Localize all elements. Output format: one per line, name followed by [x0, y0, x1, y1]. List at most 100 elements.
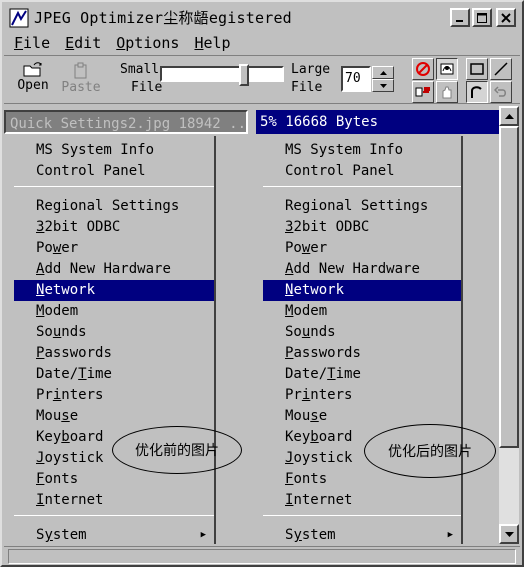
quality-slider-thumb[interactable] — [239, 64, 249, 86]
menu-screenshot-item: Date/Time — [263, 364, 461, 385]
small-file-label-bottom: File — [131, 80, 163, 95]
arrow-up-icon — [504, 113, 514, 119]
vertical-scrollbar[interactable] — [499, 106, 519, 544]
menu-item-text-post: nternet — [293, 492, 353, 508]
menu-screenshot-item: Power — [263, 238, 461, 259]
quality-slider[interactable] — [160, 64, 284, 86]
menu-item-text-post: 2bit ODBC — [293, 219, 370, 235]
quality-down-button[interactable] — [372, 79, 394, 92]
menu-help[interactable]: Help — [186, 32, 237, 54]
menu-item-accelerator: y — [44, 527, 53, 543]
menu-screenshot-item: Add New Hardware — [14, 259, 214, 280]
menu-item-text-post: e — [318, 408, 328, 424]
arrow-down-icon — [379, 83, 387, 88]
menu-item-text-post: onts — [44, 471, 79, 487]
menu-item-accelerator: y — [293, 527, 302, 543]
quality-stepper[interactable] — [372, 66, 394, 92]
menu-screenshot-item: Modem — [263, 301, 461, 322]
menu-item-text-post: e — [69, 408, 79, 424]
menu-item-text-post: nters — [310, 387, 353, 403]
region-tool-button[interactable] — [436, 58, 458, 80]
submenu-arrow-icon: ▶ — [447, 530, 453, 540]
optimized-image-view[interactable]: MS System Info Control Panel Regional Sett… — [256, 136, 499, 544]
menu-file[interactable]: File — [6, 32, 57, 54]
menu-help-label: elp — [203, 34, 231, 52]
menu-screenshot-item: Date/Time — [14, 364, 214, 385]
small-file-label-top: Small — [120, 62, 160, 77]
menu-separator — [14, 186, 214, 187]
menu-item-text-post: oard — [69, 429, 104, 445]
menu-screenshot-item: Regional Settings — [263, 196, 461, 217]
rectangle-tool-button[interactable] — [466, 58, 488, 80]
menu-separator — [263, 186, 461, 187]
scroll-up-button[interactable] — [499, 106, 519, 126]
arrow-down-icon — [504, 531, 514, 537]
menu-item-text-post: stem — [301, 527, 336, 543]
optimized-file-info: 5% 16668 Bytes — [256, 110, 499, 134]
title-bar[interactable]: JPEG Optimizer尘称龉egistered — [4, 4, 520, 31]
region-mask-icon — [440, 63, 454, 75]
maximize-button[interactable] — [472, 8, 492, 27]
menu-item-text-pre: Control Panel — [285, 163, 395, 179]
submenu-arrow-icon: ▶ — [200, 530, 206, 540]
quality-input[interactable]: 70 — [341, 66, 371, 92]
menu-item-text-pre: Regional Settings — [36, 198, 180, 214]
stop-icon — [416, 62, 430, 76]
optimized-menu-rows: MS System Info Control Panel Regional Sett… — [263, 136, 461, 546]
maximize-icon — [477, 12, 487, 23]
original-image-pane: Quick Settings2.jpg 18942 ... MS System … — [4, 110, 248, 544]
quality-up-button[interactable] — [372, 66, 394, 79]
status-bar — [4, 546, 520, 565]
menu-item-text-post: nternet — [44, 492, 104, 508]
paste-icon — [74, 62, 87, 79]
menu-item-accelerator: b — [61, 429, 70, 445]
original-menu-screenshot: MS System Info Control Panel Regional Sett… — [14, 136, 216, 544]
menu-edit[interactable]: Edit — [57, 32, 108, 54]
toolbar: Open Paste Small File Large File 70 — [4, 55, 520, 104]
apply-region-button[interactable] — [412, 81, 434, 103]
minimize-button[interactable] — [450, 8, 470, 27]
menu-item-text-post: dd New Hardware — [293, 261, 420, 277]
large-file-label-bottom: File — [291, 80, 323, 95]
menu-options[interactable]: Options — [108, 32, 186, 54]
paste-button[interactable]: Paste — [58, 60, 104, 100]
menu-separator — [263, 515, 461, 516]
menu-item-text-pre: MS System Info — [36, 142, 155, 158]
menu-screenshot-item: Passwords — [14, 343, 214, 364]
undo-button[interactable] — [490, 81, 512, 103]
menu-item-accelerator: T — [78, 366, 87, 382]
open-button[interactable]: Open — [10, 60, 56, 100]
menu-screenshot-item: Printers — [14, 385, 214, 406]
stop-button[interactable] — [412, 58, 434, 80]
menu-screenshot-item: Mouse — [14, 406, 214, 427]
clear-region-button[interactable] — [436, 81, 458, 103]
menu-screenshot-item: Network — [14, 280, 214, 301]
freehand-curve-icon — [471, 86, 482, 98]
after-optimization-label: 优化后的图片 — [388, 444, 472, 460]
close-icon — [501, 12, 511, 23]
menu-item-text-post: oystick — [293, 450, 353, 466]
close-button[interactable] — [496, 8, 516, 27]
menu-item-text-pre: Control Panel — [36, 163, 146, 179]
menu-options-label: ptions — [125, 34, 180, 52]
original-file-info: Quick Settings2.jpg 18942 ... — [4, 110, 248, 134]
menu-item-text-pre: Po — [36, 240, 53, 256]
region-apply-icon — [415, 87, 430, 97]
line-tool-button[interactable] — [490, 58, 512, 80]
menu-item-text-post: oystick — [44, 450, 104, 466]
menu-item-text-post: 2bit ODBC — [44, 219, 121, 235]
menu-screenshot-item: Control Panel — [263, 161, 461, 182]
menu-item-text-pre: Pr — [36, 387, 53, 403]
menu-screenshot-item: Sounds — [14, 322, 214, 343]
menu-item-text-post: etwork — [44, 282, 96, 298]
scroll-thumb[interactable] — [499, 126, 519, 448]
menu-item-text-post: er — [61, 240, 79, 256]
arrow-up-icon — [379, 70, 387, 75]
scroll-down-button[interactable] — [499, 524, 519, 544]
menu-edit-key: E — [65, 34, 75, 52]
menu-screenshot-item: MS System Info — [14, 140, 214, 161]
original-image-view[interactable]: MS System Info Control Panel Regional Sett… — [4, 136, 248, 544]
menu-item-text-pre: Date/ — [285, 366, 328, 382]
freehand-tool-button[interactable] — [466, 81, 488, 103]
menu-screenshot-item: System ▶ — [263, 525, 461, 546]
